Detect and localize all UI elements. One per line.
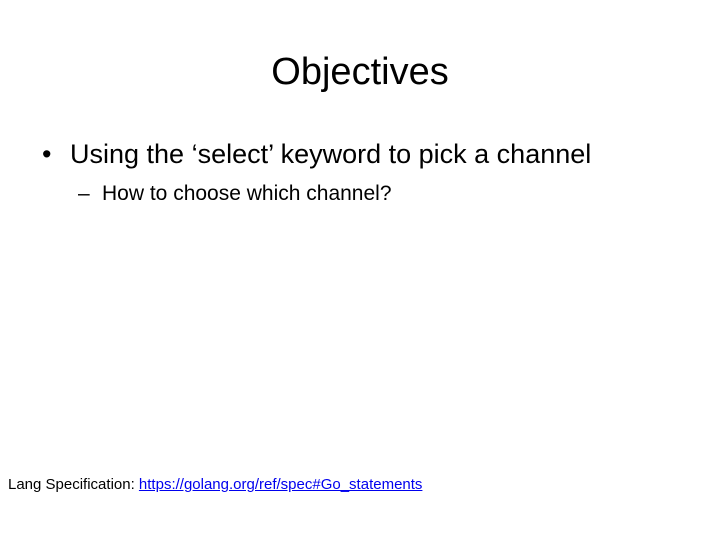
- bullet-marker: •: [42, 139, 52, 169]
- slide-title: Objectives: [271, 51, 449, 93]
- footer-label: Lang Specification:: [8, 476, 139, 493]
- bullet-item: • Using the ‘select’ keyword to pick a ch…: [42, 136, 591, 172]
- slide: Objectives • Using the ‘select’ keyword t…: [0, 0, 720, 540]
- bullet-text: Using the ‘select’ keyword to pick a cha…: [70, 139, 592, 169]
- footer-reference: Lang Specification: https://golang.org/r…: [8, 474, 422, 496]
- sub-bullet-text: How to choose which channel?: [102, 182, 392, 205]
- sub-bullet-marker: –: [78, 182, 90, 205]
- spec-link[interactable]: https://golang.org/ref/spec#Go_statement…: [139, 476, 423, 493]
- sub-bullet-item: – How to choose which channel?: [78, 180, 392, 208]
